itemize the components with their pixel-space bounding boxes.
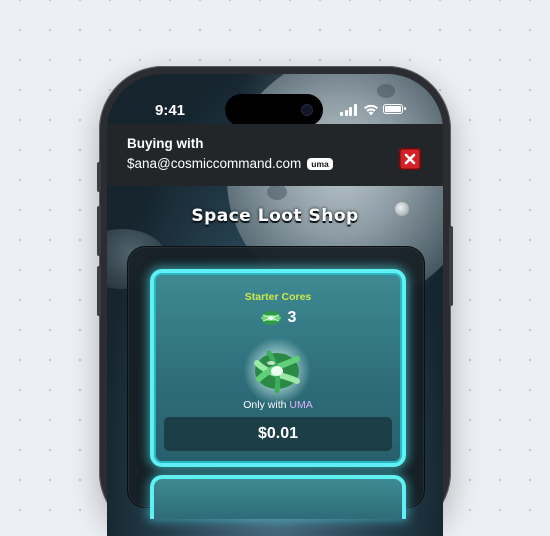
phone-frame: 9:41 Buying with $ana@cosmiccommand.com …	[97, 66, 453, 536]
account-address: $ana@cosmiccommand.com	[127, 156, 302, 171]
product-quantity: 3	[287, 309, 297, 326]
buy-price-button[interactable]: $0.01	[164, 417, 392, 451]
signal-icon	[340, 104, 358, 116]
battery-icon	[383, 104, 406, 114]
product-quantity-row: 3	[154, 309, 402, 327]
buying-with-label: Buying with	[127, 136, 204, 151]
volume-down-button	[97, 266, 101, 316]
shop-panel: Starter Cores 3 Only with UMA $0.01	[127, 246, 425, 519]
price-label: $0.01	[257, 425, 299, 442]
close-button[interactable]	[399, 148, 421, 170]
only-with-brand: UMA	[289, 399, 313, 411]
wifi-icon	[364, 104, 378, 116]
power-button	[449, 226, 453, 306]
only-with-prefix: Only with	[243, 399, 287, 411]
starter-core-icon	[254, 350, 300, 394]
close-icon	[404, 153, 416, 165]
dynamic-island	[225, 94, 323, 126]
core-gem-icon	[260, 311, 281, 325]
volume-up-button	[97, 206, 101, 256]
camera-icon	[301, 104, 313, 116]
buying-account-row: $ana@cosmiccommand.com uma	[127, 156, 333, 171]
uma-badge: uma	[307, 157, 333, 170]
action-button	[97, 162, 101, 192]
product-name: Starter Cores	[244, 291, 312, 303]
next-product-card[interactable]	[150, 475, 406, 519]
only-with-text: Only with UMA	[154, 399, 402, 411]
purchase-header: Buying with $ana@cosmiccommand.com uma	[107, 124, 443, 186]
shop-title: Space Loot Shop	[191, 206, 359, 226]
status-bar: 9:41	[107, 94, 443, 126]
product-card[interactable]: Starter Cores 3 Only with UMA $0.01	[150, 269, 406, 467]
status-time: 9:41	[155, 102, 186, 119]
phone-screen: 9:41 Buying with $ana@cosmiccommand.com …	[107, 74, 443, 536]
status-icons	[340, 104, 406, 118]
